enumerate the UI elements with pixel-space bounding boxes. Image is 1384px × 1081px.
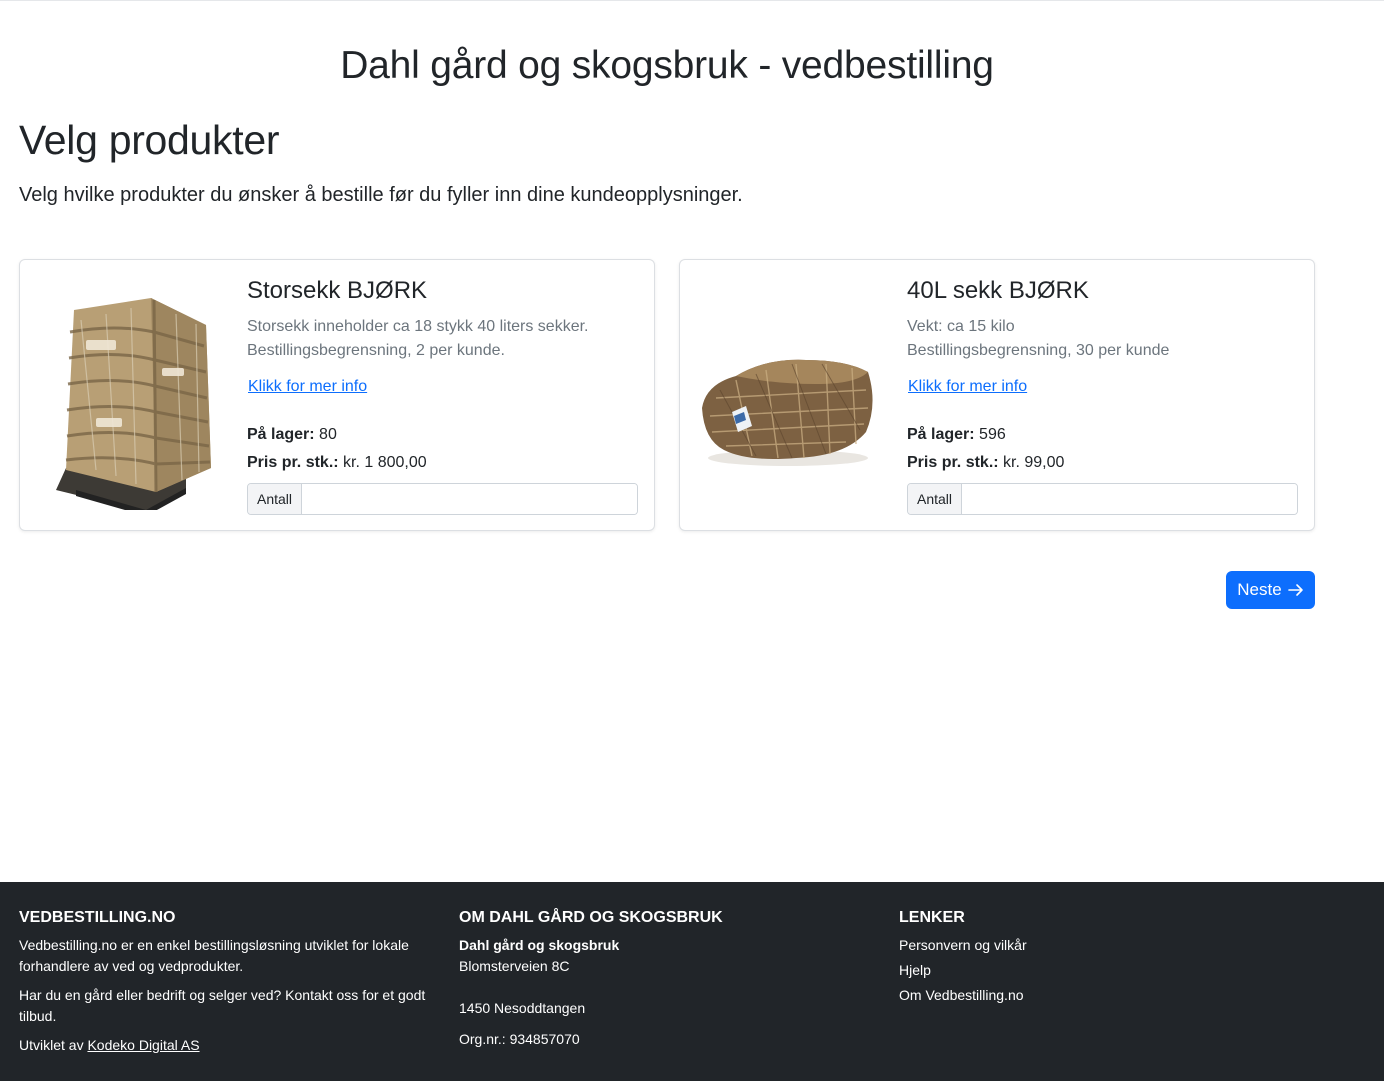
product-description-line: Storsekk inneholder ca 18 stykk 40 liter… [247, 318, 589, 335]
more-info-link[interactable]: Klikk for mer info [908, 378, 1027, 396]
product-title: 40L sekk BJØRK [907, 277, 1089, 304]
stock-line: På lager: 596 [907, 426, 1006, 444]
price-line: Pris pr. stk.: kr. 1 800,00 [247, 454, 427, 472]
product-description-line: Vekt: ca 15 kilo [907, 318, 1015, 335]
quantity-group: Antall [907, 483, 1298, 515]
footer-heading: VEDBESTILLING.NO [19, 909, 176, 926]
price-label: Pris pr. stk.: [907, 454, 999, 471]
stock-value: 80 [319, 426, 337, 443]
product-limit-line: Bestillingsbegrensning, 2 per kunde. [247, 342, 505, 359]
quantity-label: Antall [908, 484, 962, 514]
farm-street: Blomsterveien 8C [459, 958, 570, 974]
price-label: Pris pr. stk.: [247, 454, 339, 471]
footer-credit-prefix: Utviklet av [19, 1037, 84, 1053]
product-image-storsekk [56, 298, 211, 510]
product-limit-line: Bestillingsbegrensning, 30 per kunde [907, 342, 1170, 359]
next-button[interactable]: Neste [1226, 571, 1315, 609]
stock-label: På lager: [247, 426, 315, 443]
product-description: Vekt: ca 15 kilo Bestillingsbegrensning,… [907, 315, 1169, 363]
quantity-group: Antall [247, 483, 638, 515]
product-title: Storsekk BJØRK [247, 277, 428, 304]
quantity-input[interactable] [962, 484, 1297, 514]
top-border [0, 0, 1384, 1]
product-card-40l: 40L sekk BJØRK Vekt: ca 15 kilo Bestilli… [679, 259, 1315, 531]
product-card-body: 40L sekk BJØRK Vekt: ca 15 kilo Bestilli… [907, 260, 1298, 530]
footer-text: Har du en gård eller bedrift og selger v… [19, 987, 426, 1024]
page-lead: Velg hvilke produkter du ønsker å bestil… [19, 184, 743, 206]
product-card-body: Storsekk BJØRK Storsekk inneholder ca 18… [247, 260, 638, 530]
more-info-link[interactable]: Klikk for mer info [248, 378, 367, 396]
price-line: Pris pr. stk.: kr. 99,00 [907, 454, 1064, 472]
quantity-input[interactable] [302, 484, 637, 514]
farm-city: 1450 Nesoddtangen [459, 1000, 586, 1016]
stock-label: På lager: [907, 426, 975, 443]
arrow-right-icon [1287, 584, 1303, 596]
footer-heading: OM DAHL GÅRD OG SKOGSBRUK [459, 909, 723, 926]
site-footer: VEDBESTILLING.NO Vedbestilling.no er en … [0, 882, 1384, 1081]
kodeko-link[interactable]: Kodeko Digital AS [87, 1037, 199, 1053]
footer-col-links: LENKER Personvern og vilkår Hjelp Om Ved… [899, 907, 1319, 1010]
product-card-storsekk: Storsekk BJØRK Storsekk inneholder ca 18… [19, 259, 655, 531]
site-title: Dahl gård og skogsbruk - vedbestilling [340, 44, 994, 87]
footer-credit: Utviklet av Kodeko Digital AS [19, 1035, 439, 1056]
help-link[interactable]: Hjelp [899, 960, 1319, 981]
footer-heading: LENKER [899, 909, 965, 926]
stock-value: 596 [979, 426, 1006, 443]
farm-org-number: Org.nr.: 934857070 [459, 1031, 580, 1047]
product-image-40l [702, 359, 873, 466]
price-value: kr. 99,00 [1003, 454, 1065, 471]
product-description: Storsekk inneholder ca 18 stykk 40 liter… [247, 315, 589, 363]
price-value: kr. 1 800,00 [343, 454, 427, 471]
footer-text: Vedbestilling.no er en enkel bestillings… [19, 937, 409, 974]
about-vedbestilling-link[interactable]: Om Vedbestilling.no [899, 985, 1319, 1006]
footer-col-about-service: VEDBESTILLING.NO Vedbestilling.no er en … [19, 907, 439, 1064]
footer-col-about-farm: OM DAHL GÅRD OG SKOGSBRUK Dahl gård og s… [459, 907, 879, 1050]
farm-name: Dahl gård og skogsbruk [459, 937, 620, 953]
privacy-terms-link[interactable]: Personvern og vilkår [899, 935, 1319, 956]
stock-line: På lager: 80 [247, 426, 337, 444]
next-button-label: Neste [1237, 580, 1282, 599]
quantity-label: Antall [248, 484, 302, 514]
page-heading: Velg produkter [19, 117, 280, 163]
